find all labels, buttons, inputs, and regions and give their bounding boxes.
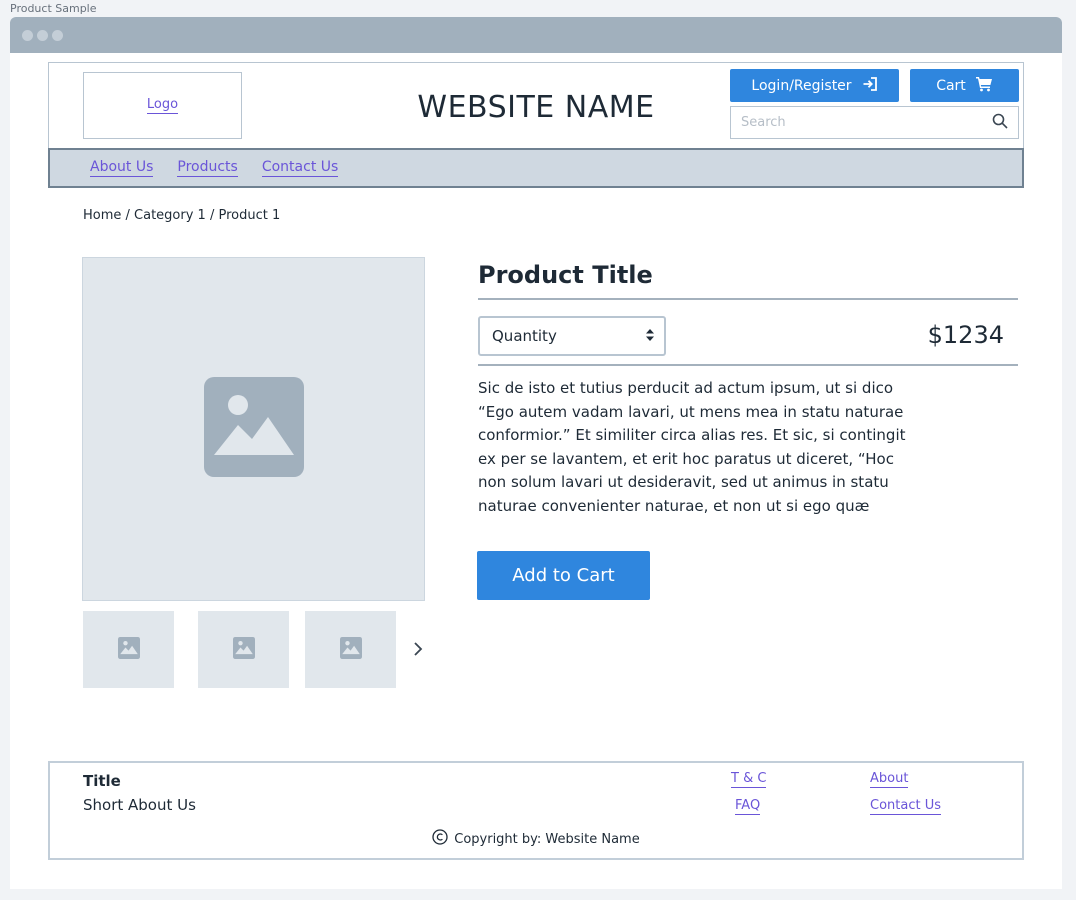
login-arrow-icon bbox=[862, 76, 878, 96]
chevron-right-icon[interactable] bbox=[410, 639, 426, 659]
footer-link-contact-us[interactable]: Contact Us bbox=[870, 798, 941, 815]
main-nav: About Us Products Contact Us bbox=[48, 148, 1024, 188]
window-dot-1[interactable] bbox=[22, 29, 33, 41]
site-header: Logo WEBSITE NAME Login/Register Cart bbox=[48, 62, 1024, 148]
product-price: $1234 bbox=[927, 321, 1004, 349]
quantity-label: Quantity bbox=[492, 327, 557, 345]
footer-link-terms[interactable]: T & C bbox=[731, 771, 767, 788]
product-main-image[interactable] bbox=[82, 257, 425, 601]
nav-item-contact-us[interactable]: Contact Us bbox=[261, 159, 339, 177]
search-input[interactable] bbox=[741, 115, 992, 130]
nav-item-about-us[interactable]: About Us bbox=[90, 159, 154, 177]
image-placeholder-icon bbox=[117, 636, 140, 663]
search-icon[interactable] bbox=[992, 113, 1008, 133]
product-thumbnail-1[interactable] bbox=[83, 611, 174, 688]
add-to-cart-button[interactable]: Add to Cart bbox=[477, 551, 650, 600]
login-register-label: Login/Register bbox=[751, 77, 852, 94]
footer-link-about[interactable]: About bbox=[870, 771, 909, 788]
cart-button[interactable]: Cart bbox=[910, 69, 1019, 102]
product-description: Sic de isto et tutius perducit ad actum … bbox=[478, 379, 906, 515]
footer-about: Short About Us bbox=[83, 796, 196, 814]
browser-window: Logo WEBSITE NAME Login/Register Cart Se… bbox=[10, 17, 1062, 889]
window-dot-2[interactable] bbox=[37, 29, 48, 41]
site-footer: Title Short About Us T & C FAQ About Con… bbox=[48, 761, 1024, 860]
window-titlebar bbox=[10, 17, 1062, 53]
breadcrumb: Home / Category 1 / Product 1 bbox=[83, 208, 281, 223]
cart-icon bbox=[975, 76, 993, 96]
image-placeholder-icon bbox=[203, 377, 304, 481]
divider bbox=[478, 298, 1018, 300]
footer-link-faq[interactable]: FAQ bbox=[735, 798, 761, 815]
copyright-icon bbox=[432, 829, 448, 849]
footer-title: Title bbox=[83, 772, 121, 790]
product-thumbnail-3[interactable] bbox=[305, 611, 396, 688]
image-placeholder-icon bbox=[339, 636, 362, 663]
select-arrows-icon bbox=[646, 327, 654, 345]
quantity-select[interactable]: Quantity bbox=[478, 316, 666, 356]
cart-label: Cart bbox=[936, 77, 966, 94]
search-box[interactable] bbox=[730, 106, 1019, 139]
window-dot-3[interactable] bbox=[52, 29, 63, 41]
nav-item-products[interactable]: Products bbox=[177, 159, 238, 177]
image-placeholder-icon bbox=[232, 636, 255, 663]
product-title: Product Title bbox=[478, 261, 653, 289]
divider bbox=[478, 364, 1018, 366]
copyright: Copyright by: Website Name bbox=[50, 829, 1022, 849]
product-thumbnail-2[interactable] bbox=[198, 611, 289, 688]
frame-label: Product Sample bbox=[10, 2, 97, 15]
login-register-button[interactable]: Login/Register bbox=[730, 69, 899, 102]
copyright-text: Copyright by: Website Name bbox=[454, 831, 640, 847]
